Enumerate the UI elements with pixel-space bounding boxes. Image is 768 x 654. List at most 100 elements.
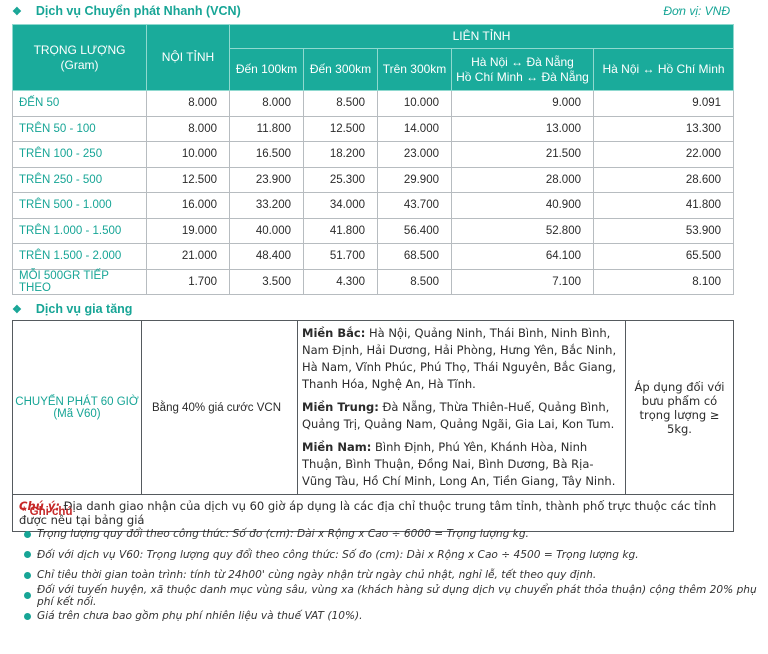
price-cell: 8.500 [303, 90, 378, 117]
row-weight-label: TRÊN 100 - 250 [12, 141, 147, 168]
price-cell: 41.800 [303, 217, 378, 244]
section-header-value-added: ❖ Dịch vụ gia tăng [12, 302, 132, 316]
table-row: TRÊN 100 - 250 10.000 16.500 18.200 23.000 21… [12, 141, 735, 168]
price-cell: 8.000 [229, 90, 304, 117]
table-row: TRÊN 50 - 100 8.000 11.800 12.500 14.000 13.0… [12, 115, 735, 142]
region-central-label: Miền Trung: [302, 400, 379, 414]
service-regions: Miền Bắc: Hà Nội, Quảng Ninh, Thái Bình,… [297, 320, 626, 495]
note-item: Giá trên chưa bao gồm phụ phí nhiên liệu… [24, 606, 768, 627]
price-cell: 9.091 [592, 90, 735, 117]
price-cell: 25.300 [303, 166, 378, 193]
notes-list: Trọng lượng quy đổi theo công thức: Số đ… [24, 524, 768, 627]
price-cell: 9.000 [451, 90, 594, 117]
section-title-vcn: Dịch vụ Chuyển phát Nhanh (VCN) [35, 4, 241, 18]
table-row: TRÊN 1.500 - 2.000 21.000 48.400 51.700 68.5… [12, 243, 735, 270]
header-to-100km: Đến 100km [229, 48, 304, 91]
table-row: TRÊN 1.000 - 1.500 19.000 40.000 41.800 56.4… [12, 217, 735, 244]
price-cell: 8.500 [377, 268, 452, 295]
price-cell: 18.200 [303, 141, 378, 168]
region-north: Miền Bắc: Hà Nội, Quảng Ninh, Thái Bình,… [302, 325, 621, 393]
notes-heading: * Ghi chú [22, 506, 73, 518]
price-cell: 1.700 [146, 268, 230, 295]
bullet-dot-icon [24, 592, 31, 600]
diamond-bullet-icon: ❖ [12, 303, 22, 316]
price-cell: 13.300 [592, 115, 735, 142]
service-note-text: Địa danh giao nhận của dịch vụ 60 giờ áp… [19, 499, 717, 527]
price-cell: 29.900 [377, 166, 452, 193]
header-local: NỘI TỈNH [146, 24, 230, 91]
price-cell: 21.500 [451, 141, 594, 168]
table-row: TRÊN 500 - 1.000 16.000 33.200 34.000 43.700… [12, 192, 735, 219]
note-item: Đối với tuyến huyện, xã thuộc danh mục v… [24, 583, 768, 608]
row-weight-label: TRÊN 500 - 1.000 [12, 192, 147, 219]
service-apply-condition: Áp dụng đối với bưu phẩm có trọng lượng … [625, 320, 734, 495]
price-cell: 4.300 [303, 268, 378, 295]
price-cell: 21.000 [146, 243, 230, 270]
table-row: MỖI 500GR TIẾP THEO 1.700 3.500 4.300 8.500 7… [12, 268, 735, 295]
header-route-hn-hcm: Hà Nội ↔ Hồ Chí Minh [592, 48, 735, 91]
price-cell: 3.500 [229, 268, 304, 295]
note-text: Trọng lượng quy đổi theo công thức: Số đ… [37, 528, 529, 541]
price-cell: 14.000 [377, 115, 452, 142]
price-cell: 64.100 [451, 243, 594, 270]
price-cell: 34.000 [303, 192, 378, 219]
diamond-bullet-icon: ❖ [12, 5, 22, 18]
section-title-value-added: Dịch vụ gia tăng [35, 302, 133, 316]
route-hn-dn: Hà Nội ↔ Đà Nẵng [471, 54, 574, 69]
price-cell: 43.700 [377, 192, 452, 219]
price-cell: 16.500 [229, 141, 304, 168]
price-cell: 40.000 [229, 217, 304, 244]
price-cell: 33.200 [229, 192, 304, 219]
price-cell: 10.000 [377, 90, 452, 117]
region-south: Miền Nam: Bình Định, Phú Yên, Khánh Hòa,… [302, 439, 621, 490]
price-cell: 51.700 [303, 243, 378, 270]
header-over-300km: Trên 300km [377, 48, 452, 91]
price-cell: 23.900 [229, 166, 304, 193]
currency-unit: Đơn vị: VNĐ [663, 4, 730, 18]
price-cell: 68.500 [377, 243, 452, 270]
price-cell: 12.500 [303, 115, 378, 142]
row-weight-label: TRÊN 1.500 - 2.000 [12, 243, 147, 270]
price-cell: 56.400 [377, 217, 452, 244]
row-weight-label: TRÊN 250 - 500 [12, 166, 147, 193]
price-cell: 13.000 [451, 115, 594, 142]
bullet-dot-icon [24, 571, 31, 579]
price-cell: 22.000 [592, 141, 735, 168]
price-cell: 12.500 [146, 166, 230, 193]
price-cell: 28.000 [451, 166, 594, 193]
price-cell: 8.000 [146, 90, 230, 117]
price-cell: 16.000 [146, 192, 230, 219]
note-text: Giá trên chưa bao gồm phụ phí nhiên liệu… [37, 610, 363, 623]
table-row: ĐẾN 50 8.000 8.000 8.500 10.000 9.000 9.091 [12, 90, 735, 117]
price-cell: 8.000 [146, 115, 230, 142]
price-cell: 19.000 [146, 217, 230, 244]
bullet-dot-icon [24, 551, 31, 559]
price-cell: 40.900 [451, 192, 594, 219]
bullet-dot-icon [24, 612, 31, 620]
price-table: TRỌNG LƯỢNG (Gram) NỘI TỈNH LIÊN TỈNH Đế… [12, 24, 735, 295]
note-text: Đối với tuyến huyện, xã thuộc danh mục v… [37, 583, 757, 608]
header-weight: TRỌNG LƯỢNG (Gram) [12, 24, 147, 91]
row-weight-label: ĐẾN 50 [12, 90, 147, 117]
note-item: Trọng lượng quy đổi theo công thức: Số đ… [24, 524, 768, 545]
route-hcm-dn: Hồ Chí Minh ↔ Đà Nẵng [456, 69, 589, 84]
value-added-table: CHUYỂN PHÁT 60 GIỜ (Mã V60) Bằng 40% giá… [12, 320, 734, 532]
region-south-label: Miền Nam: [302, 440, 372, 454]
header-to-300km: Đến 300km [303, 48, 378, 91]
price-cell: 11.800 [229, 115, 304, 142]
section-header-vcn: ❖ Dịch vụ Chuyển phát Nhanh (VCN) [12, 4, 241, 18]
service-price-v60: Bằng 40% giá cước VCN [141, 320, 298, 495]
price-cell: 41.800 [592, 192, 735, 219]
price-cell: 28.600 [592, 166, 735, 193]
note-item: Chỉ tiêu thời gian toàn trình: tính từ 2… [24, 565, 768, 586]
price-cell: 7.100 [451, 268, 594, 295]
note-item: Đối với dịch vụ V60: Trọng lượng quy đổi… [24, 545, 768, 566]
header-route-hn-dn-hcm: Hà Nội ↔ Đà Nẵng Hồ Chí Minh ↔ Đà Nẵng [451, 48, 594, 91]
region-central: Miền Trung: Đà Nẵng, Thừa Thiên-Huế, Quả… [302, 399, 621, 433]
header-interprovincial: LIÊN TỈNH [228, 24, 735, 49]
bullet-dot-icon [24, 530, 31, 538]
note-text: Đối với dịch vụ V60: Trọng lượng quy đổi… [37, 548, 639, 561]
price-cell: 48.400 [229, 243, 304, 270]
row-weight-label: TRÊN 50 - 100 [12, 115, 147, 142]
table-row: TRÊN 250 - 500 12.500 23.900 25.300 29.900 28… [12, 166, 735, 193]
